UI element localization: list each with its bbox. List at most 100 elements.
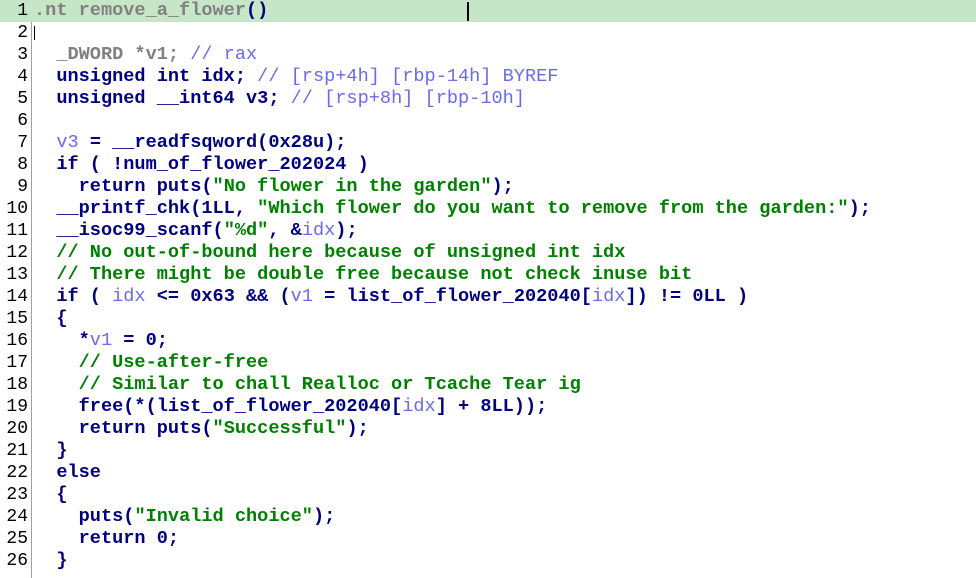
code-token[interactable]: idx — [592, 286, 625, 307]
code-token[interactable]: ; — [168, 44, 190, 65]
code-token[interactable]: ); — [491, 176, 513, 197]
code-token[interactable]: v3 — [56, 132, 78, 153]
code-line-14[interactable]: 14 if ( idx <= 0x63 && (v1 = list_of_flo… — [0, 286, 976, 308]
pseudocode-editor[interactable]: 1 .nt remove_a_flower() 2 3 _DWORD *v1; // … — [0, 0, 976, 578]
code-token[interactable]: () — [246, 0, 268, 21]
line-code[interactable]: .nt remove_a_flower() — [34, 0, 268, 22]
code-token[interactable]: return puts( — [34, 418, 213, 439]
code-token[interactable]: ]) != 0LL ) — [625, 286, 748, 307]
code-token[interactable]: // Use-after-free — [34, 352, 269, 373]
code-line-6[interactable]: 6 — [0, 110, 976, 132]
code-token[interactable]: "No flower in the garden" — [213, 176, 492, 197]
line-code[interactable]: free(*(list_of_flower_202040[idx] + 8LL)… — [34, 396, 548, 418]
code-token[interactable]: // [rsp+4h] [rbp-14h] BYREF — [257, 66, 558, 87]
code-token[interactable]: } — [34, 550, 67, 571]
line-code[interactable]: { — [34, 484, 67, 506]
line-code[interactable]: } — [34, 440, 67, 462]
code-line-5[interactable]: 5 unsigned __int64 v3; // [rsp+8h] [rbp-… — [0, 88, 976, 110]
code-line-21[interactable]: 21 } — [0, 440, 976, 462]
code-line-3[interactable]: 3 _DWORD *v1; // rax — [0, 44, 976, 66]
code-token[interactable]: v1 — [146, 44, 168, 65]
code-line-24[interactable]: 24 puts("Invalid choice"); — [0, 506, 976, 528]
line-code[interactable]: return puts("No flower in the garden"); — [34, 176, 514, 198]
line-code[interactable]: else — [34, 462, 101, 484]
code-token[interactable]: v1 — [291, 286, 313, 307]
code-line-26[interactable]: 26 } — [0, 550, 976, 572]
code-line-4[interactable]: 4 unsigned int idx; // [rsp+4h] [rbp-14h… — [0, 66, 976, 88]
code-line-20[interactable]: 20 return puts("Successful"); — [0, 418, 976, 440]
line-code[interactable]: } — [34, 550, 67, 572]
line-code[interactable]: _DWORD *v1; // rax — [34, 44, 257, 66]
code-line-11[interactable]: 11 __isoc99_scanf("%d", &idx); — [0, 220, 976, 242]
line-code[interactable]: // Similar to chall Realloc or Tcache Te… — [34, 374, 581, 396]
code-line-9[interactable]: 9 return puts("No flower in the garden")… — [0, 176, 976, 198]
code-token[interactable]: "Which flower do you want to remove from… — [257, 198, 848, 219]
code-token[interactable]: unsigned __int64 v3; — [34, 88, 291, 109]
line-code[interactable]: // There might be double free because no… — [34, 264, 692, 286]
code-token[interactable]: = __readfsqword(0x28u); — [79, 132, 347, 153]
code-token[interactable]: // Similar to chall Realloc or Tcache Te… — [34, 374, 581, 395]
code-token[interactable]: // [rsp+8h] [rbp-10h] — [291, 88, 525, 109]
line-code[interactable]: *v1 = 0; — [34, 330, 168, 352]
code-line-22[interactable]: 22 else — [0, 462, 976, 484]
line-code[interactable]: // Use-after-free — [34, 352, 269, 374]
code-token[interactable]: ); — [346, 418, 368, 439]
code-token[interactable]: * — [34, 330, 90, 351]
code-line-15[interactable]: 15 { — [0, 308, 976, 330]
code-line-23[interactable]: 23 { — [0, 484, 976, 506]
code-line-10[interactable]: 10 __printf_chk(1LL, "Which flower do yo… — [0, 198, 976, 220]
code-token[interactable]: "Invalid choice" — [134, 506, 313, 527]
code-line-2[interactable]: 2 — [0, 22, 976, 44]
code-line-13[interactable]: 13 // There might be double free because… — [0, 264, 976, 286]
line-code[interactable]: { — [34, 308, 67, 330]
code-token[interactable]: <= 0x63 && ( — [146, 286, 291, 307]
code-token[interactable]: ); — [849, 198, 871, 219]
line-code[interactable]: unsigned __int64 v3; // [rsp+8h] [rbp-10… — [34, 88, 525, 110]
code-token[interactable]: { — [34, 484, 67, 505]
line-code[interactable]: __isoc99_scanf("%d", &idx); — [34, 220, 357, 242]
code-token[interactable]: , & — [268, 220, 301, 241]
code-line-16[interactable]: 16 *v1 = 0; — [0, 330, 976, 352]
code-token[interactable]: idx — [402, 396, 435, 417]
code-token[interactable]: v1 — [90, 330, 112, 351]
code-token[interactable]: if ( !num_of_flower_202024 ) — [34, 154, 368, 175]
code-token[interactable]: // No out-of-bound here because of unsig… — [34, 242, 625, 263]
code-token[interactable]: "%d" — [224, 220, 269, 241]
code-token[interactable]: ); — [313, 506, 335, 527]
line-code[interactable]: if ( !num_of_flower_202024 ) — [34, 154, 368, 176]
code-token[interactable]: puts( — [34, 506, 135, 527]
code-token[interactable]: ] + 8LL)); — [436, 396, 548, 417]
code-token[interactable]: .nt remove_a_flower — [34, 0, 246, 21]
code-token[interactable]: free(*(list_of_flower_202040[ — [34, 396, 403, 417]
code-token[interactable]: idx — [302, 220, 335, 241]
code-token[interactable]: ); — [335, 220, 357, 241]
code-token[interactable]: } — [34, 440, 67, 461]
code-line-1[interactable]: 1 .nt remove_a_flower() — [0, 0, 976, 22]
code-token[interactable]: { — [34, 308, 67, 329]
code-token[interactable]: unsigned int idx; — [34, 66, 257, 87]
code-line-17[interactable]: 17 // Use-after-free — [0, 352, 976, 374]
line-code[interactable]: v3 = __readfsqword(0x28u); — [34, 132, 346, 154]
code-token[interactable]: _DWORD * — [34, 44, 145, 65]
code-token[interactable]: idx — [112, 286, 145, 307]
line-code[interactable]: if ( idx <= 0x63 && (v1 = list_of_flower… — [34, 286, 748, 308]
code-line-19[interactable]: 19 free(*(list_of_flower_202040[idx] + 8… — [0, 396, 976, 418]
code-token[interactable]: "Successful" — [213, 418, 347, 439]
line-code[interactable]: puts("Invalid choice"); — [34, 506, 336, 528]
code-line-7[interactable]: 7 v3 = __readfsqword(0x28u); — [0, 132, 976, 154]
code-line-12[interactable]: 12 // No out-of-bound here because of un… — [0, 242, 976, 264]
code-token[interactable]: if ( — [34, 286, 112, 307]
code-line-18[interactable]: 18 // Similar to chall Realloc or Tcache… — [0, 374, 976, 396]
code-line-25[interactable]: 25 return 0; — [0, 528, 976, 550]
code-token[interactable] — [34, 132, 56, 153]
code-token[interactable]: __isoc99_scanf( — [34, 220, 223, 241]
line-code[interactable]: __printf_chk(1LL, "Which flower do you w… — [34, 198, 871, 220]
line-code[interactable]: return 0; — [34, 528, 179, 550]
code-token[interactable]: return puts( — [34, 176, 213, 197]
code-token[interactable]: // There might be double free because no… — [34, 264, 692, 285]
line-code[interactable]: // No out-of-bound here because of unsig… — [34, 242, 625, 264]
code-token[interactable]: return 0; — [34, 528, 179, 549]
code-token[interactable]: // rax — [190, 44, 257, 65]
line-code[interactable]: unsigned int idx; // [rsp+4h] [rbp-14h] … — [34, 66, 558, 88]
code-token[interactable]: = 0; — [112, 330, 168, 351]
